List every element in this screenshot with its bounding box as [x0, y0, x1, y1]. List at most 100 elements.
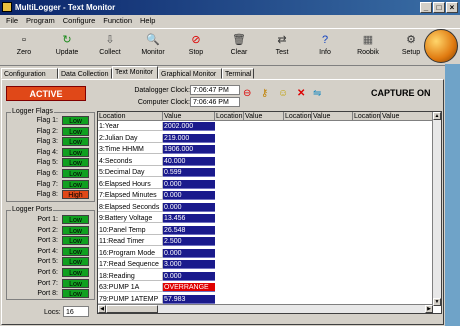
cancel-icon[interactable]: ✕ — [297, 88, 305, 100]
port-label: Port 7: — [37, 279, 58, 287]
toolbar-label: Zero — [16, 49, 32, 56]
column-header-value[interactable]: Value — [244, 112, 284, 121]
value-cell: 219.000 — [163, 133, 215, 143]
collect-button[interactable]: ⇩ Collect — [90, 31, 130, 63]
port-label: Port 2: — [37, 226, 58, 234]
info-button[interactable]: ? Info — [305, 31, 345, 63]
port-state-indicator[interactable]: Low — [62, 215, 89, 224]
port-label: Port 8: — [37, 290, 58, 298]
clock-sync-icon[interactable]: ⊖ — [243, 88, 251, 100]
port-label: Port 3: — [37, 237, 58, 245]
menu-function[interactable]: Function — [103, 16, 132, 25]
roobik-button[interactable]: ▦ Roobik — [348, 31, 388, 63]
locs-label: Locs: — [44, 309, 61, 316]
menu-bar: File Program Configure Function Help — [0, 15, 460, 27]
flag-state-indicator[interactable]: Low — [62, 158, 89, 168]
location-cell[interactable]: 18:Reading — [98, 271, 163, 281]
location-cell[interactable]: 2:Julian Day — [98, 133, 163, 143]
flag-state-indicator[interactable]: Low — [62, 126, 89, 136]
scroll-up-button[interactable]: ▲ — [433, 112, 441, 120]
menu-program[interactable]: Program — [26, 16, 55, 25]
computer-clock-field[interactable]: 7:06:46 PM — [190, 97, 240, 107]
value-cell: 3.000 — [163, 260, 215, 269]
update-icon: ↻ — [62, 34, 72, 46]
scroll-right-button[interactable]: ▶ — [425, 305, 433, 313]
column-header-value[interactable]: Value — [163, 112, 215, 121]
location-cell[interactable]: 63:PUMP 1A — [98, 283, 163, 292]
port-state-indicator[interactable]: Low — [62, 278, 89, 288]
scroll-thumb[interactable] — [106, 305, 158, 313]
clear-button[interactable]: 🗑 Clear — [219, 31, 259, 63]
maximize-button[interactable]: □ — [433, 2, 445, 13]
port-state-indicator[interactable]: Low — [62, 257, 89, 267]
column-header-value[interactable]: Value — [312, 112, 353, 121]
tab-graphical-monitor[interactable]: Graphical Monitor — [158, 68, 222, 79]
flag-label: Flag 3: — [36, 138, 58, 146]
port-state-indicator[interactable]: Low — [62, 268, 89, 277]
location-cell[interactable]: 5:Decimal Day — [98, 168, 163, 177]
zero-button[interactable]: ▫ Zero — [4, 31, 44, 63]
computer-clock-label: Computer Clock: — [137, 99, 190, 106]
location-cell[interactable]: 10:Panel Temp — [98, 225, 163, 235]
column-header-value[interactable]: Value — [381, 112, 433, 121]
location-cell[interactable]: 7:Elapsed Minutes — [98, 191, 163, 200]
flag-label: Flag 5: — [36, 159, 58, 167]
flag-state-indicator[interactable]: Low — [62, 116, 89, 125]
minimize-button[interactable]: _ — [420, 2, 432, 13]
port-state-indicator[interactable]: Low — [62, 225, 89, 235]
location-cell[interactable]: 9:Battery Voltage — [98, 214, 163, 223]
smiley-icon[interactable]: ☺ — [278, 88, 288, 100]
tab-terminal[interactable]: Terminal — [222, 68, 254, 79]
location-cell[interactable]: 6:Elapsed Hours — [98, 179, 163, 189]
value-cell: 2.500 — [163, 237, 215, 246]
location-cell[interactable]: 11:Read Timer — [98, 237, 163, 246]
connect-icon[interactable]: ⇋ — [313, 88, 321, 100]
locs-field[interactable]: 16 — [63, 306, 89, 317]
location-cell[interactable]: 17:Read Sequence — [98, 260, 163, 269]
column-header-location[interactable]: Location — [98, 112, 163, 121]
toolbar-label: Stop — [188, 49, 204, 56]
menu-configure[interactable]: Configure — [63, 16, 96, 25]
tab-data-collection[interactable]: Data Collection — [58, 68, 112, 79]
test-button[interactable]: ⇄ Test — [262, 31, 302, 63]
location-cell[interactable]: 1:Year — [98, 122, 163, 131]
datalogger-clock-field[interactable]: 7:06:47 PM — [190, 85, 240, 95]
monitor-icon: 🔍 — [146, 34, 160, 46]
scroll-left-button[interactable]: ◀ — [98, 305, 106, 313]
location-cell[interactable]: 8:Elapsed Seconds — [98, 202, 163, 212]
menu-help[interactable]: Help — [140, 16, 155, 25]
location-cell[interactable]: 3:Time HHMM — [98, 145, 163, 154]
location-cell[interactable]: 16:Program Mode — [98, 248, 163, 258]
column-header-location[interactable]: Location — [284, 112, 312, 121]
close-button[interactable]: × — [446, 2, 458, 13]
flag-state-indicator[interactable]: High — [62, 190, 89, 200]
column-header-location[interactable]: Location — [215, 112, 244, 121]
zero-icon: ▫ — [22, 34, 26, 46]
port-state-indicator[interactable]: Low — [62, 236, 89, 246]
stop-button[interactable]: ⊘ Stop — [176, 31, 216, 63]
monitor-button[interactable]: 🔍 Monitor — [133, 31, 173, 63]
flag-state-indicator[interactable]: Low — [62, 179, 89, 189]
scroll-down-button[interactable]: ▼ — [433, 298, 441, 306]
location-cell[interactable]: 4:Seconds — [98, 156, 163, 166]
flag-state-indicator[interactable]: Low — [62, 137, 89, 147]
horizontal-scrollbar[interactable]: ◀ ▶ — [98, 304, 433, 313]
vertical-scrollbar[interactable]: ▲ ▼ — [432, 112, 441, 306]
capture-status: CAPTURE ON — [371, 88, 431, 98]
menu-file[interactable]: File — [6, 16, 18, 25]
key-icon[interactable]: ⚷ — [261, 88, 268, 100]
column-header-location[interactable]: Location — [353, 112, 381, 121]
tab-configuration[interactable]: Configuration — [1, 68, 58, 79]
title-bar: MultiLogger - Text Monitor _ □ × — [0, 0, 460, 15]
port-label: Port 6: — [37, 269, 58, 276]
update-button[interactable]: ↻ Update — [47, 31, 87, 63]
port-state-indicator[interactable]: Low — [62, 289, 89, 299]
tab-text-monitor[interactable]: Text Monitor — [112, 66, 158, 79]
value-cell: 40.000 — [163, 156, 215, 166]
flag-state-indicator[interactable]: Low — [62, 169, 89, 178]
port-state-indicator[interactable]: Low — [62, 246, 89, 256]
stop-icon: ⊘ — [191, 34, 201, 46]
data-grid[interactable]: ▲ ▼ ◀ ▶ Location Value Location Value Locati… — [97, 111, 442, 314]
location-cell[interactable]: 79:PUMP 1ATEMP — [98, 294, 163, 304]
flag-state-indicator[interactable]: Low — [62, 147, 89, 157]
